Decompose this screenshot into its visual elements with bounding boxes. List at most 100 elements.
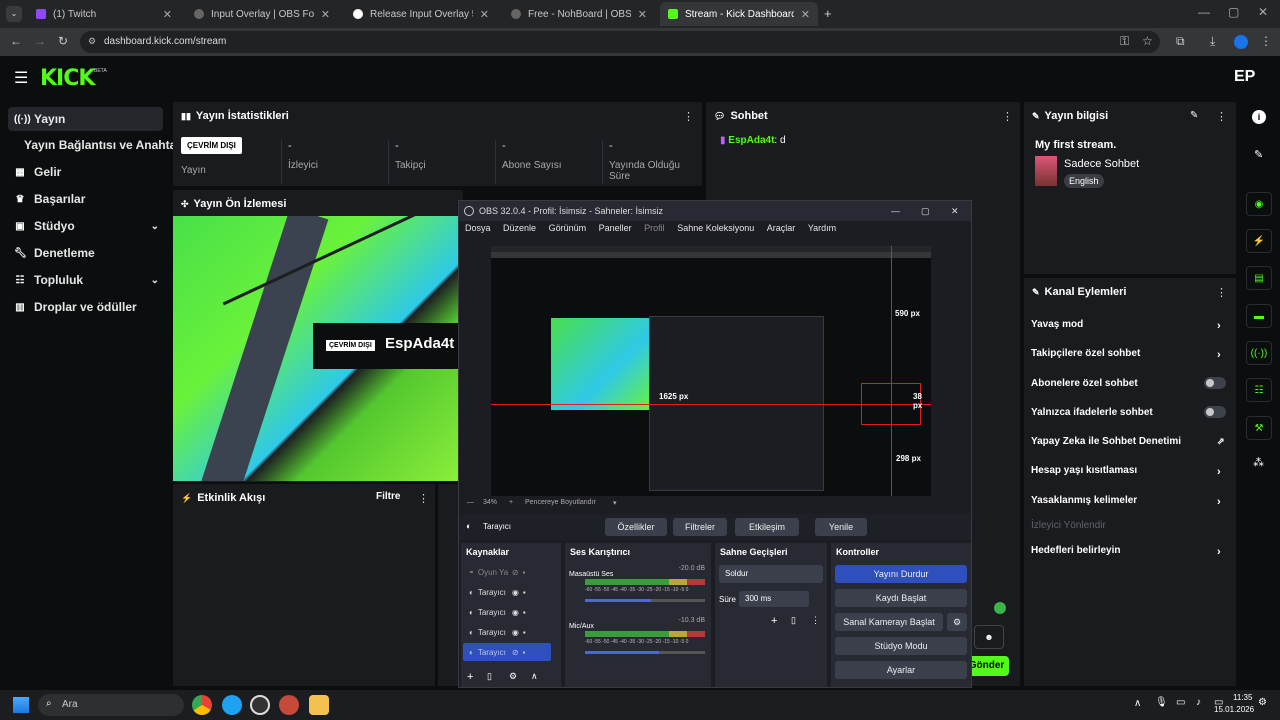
duration-field[interactable]: 300 ms [739,591,809,607]
tab-github-release[interactable]: Release Input Overlay 5.0.6 · uni✕ [345,2,497,26]
category-name[interactable]: Sadece Sohbet [1064,158,1139,170]
broadcast-icon[interactable]: ((·)) [1246,341,1272,365]
taskbar-search[interactable]: ⌕ Ara [38,694,184,716]
start-virtual-camera-button[interactable]: Sanal Kamerayı Başlat [835,613,943,631]
chrome-icon[interactable] [192,695,212,715]
source-item[interactable]: ◓Oyun Yakalama⊘▪ [463,563,551,581]
eye-icon[interactable]: ◉ [512,588,519,597]
subscribers-only-toggle[interactable] [1204,377,1226,389]
action-set-goals[interactable]: Hedefleri belirleyin › [1031,545,1231,561]
move-up-icon[interactable]: ∧ [531,671,538,682]
close-tab-icon[interactable]: ✕ [163,8,172,21]
eye-icon[interactable]: ◉ [512,628,519,637]
microphone-icon[interactable]: 🎙︎ [1155,697,1168,708]
info-icon[interactable]: i [1252,110,1266,124]
hamburger-menu-icon[interactable]: ☰ [14,68,28,88]
menu-help[interactable]: Yardım [808,223,836,233]
properties-button[interactable]: Özellikler [605,518,667,536]
clock-date[interactable]: 15.01.2026 [1214,705,1254,714]
menu-profile[interactable]: Profil [644,223,665,233]
url-field[interactable]: dashboard.kick.com/stream [80,31,1160,53]
eye-hidden-icon[interactable]: ⊘ [512,648,519,657]
action-account-age[interactable]: Hesap yaşı kısıtlaması › [1031,465,1231,481]
chrome-alt-icon[interactable] [222,695,242,715]
download-icon[interactable]: ⤓ [1210,34,1215,49]
menu-tools[interactable]: Araçlar [767,223,796,233]
close-tab-icon[interactable]: ✕ [480,8,489,21]
sidebar-item-droplar[interactable]: ▥ Droplar ve ödüller [8,295,163,319]
action-slow-mode[interactable]: Yavaş mod › [1031,319,1231,335]
obs-preview-canvas[interactable]: 590 px 1625 px 38 px 298 px [491,246,931,496]
menu-docks[interactable]: Paneller [599,223,632,233]
obs-taskbar-icon[interactable] [250,695,270,715]
apps-icon[interactable]: ⁂ [1253,456,1264,469]
minimize-icon[interactable]: — [1198,5,1210,19]
emote-icon[interactable] [994,602,1006,614]
kick-logo[interactable]: KICK [40,66,95,91]
users-icon[interactable]: ☷ [1246,378,1272,402]
clock-time[interactable]: 11:35 [1233,693,1252,702]
add-transition-icon[interactable]: + [771,615,777,627]
new-tab-icon[interactable]: + [824,6,832,21]
menu-edit[interactable]: Düzenle [503,223,536,233]
bolt-icon[interactable]: ⚡ [1246,229,1272,253]
network-icon[interactable]: ▭ [1176,697,1185,708]
filters-button[interactable]: Filtreler [673,518,727,536]
close-window-icon[interactable]: ✕ [1258,5,1268,19]
chevron-down-icon[interactable]: ▾ [613,499,617,507]
sidebar-item-topluluk[interactable]: ☷ Topluluk ⌄ [8,268,163,292]
interact-button[interactable]: Etkileşim [735,518,799,536]
language-tag[interactable]: English [1064,174,1104,188]
close-tab-icon[interactable]: ✕ [638,8,647,21]
volume-icon[interactable]: ♪ [1196,697,1201,708]
extensions-icon[interactable]: ⧉ [1176,34,1185,49]
menu-file[interactable]: Dosya [465,223,491,233]
sidebar-item-denetleme[interactable]: 🔧︎ Denetleme [8,241,163,265]
site-info-icon[interactable]: ⚙ [88,36,96,47]
back-icon[interactable]: ← [10,34,22,48]
edit-icon[interactable]: ✎ [1190,110,1198,121]
chat-menu-icon[interactable]: ⋮ [1002,110,1013,123]
user-avatar[interactable]: EP [1234,68,1255,86]
add-source-icon[interactable]: + [467,671,473,683]
zoom-in-icon[interactable]: + [509,499,513,506]
close-icon[interactable]: ✕ [951,201,959,221]
studio-mode-button[interactable]: Stüdyo Modu [835,637,967,655]
menu-view[interactable]: Görünüm [549,223,587,233]
lock-icon[interactable]: ▪ [523,568,526,577]
source-item[interactable]: ◐ Tarayıcı ◉ ▪ [463,603,551,621]
stats-menu-icon[interactable]: ⋮ [683,110,694,123]
bookmark-star-icon[interactable]: ☆ [1142,34,1153,48]
action-ai-moderation[interactable]: Yapay Zeka ile Sohbet Denetimi ⇗ [1031,436,1231,452]
sidebar-item-studyo[interactable]: ▣ Stüdyo ⌄ [8,214,163,238]
filter-button[interactable]: Filtre [376,491,400,502]
fit-to-window[interactable]: Pencereye Boyutlandır [525,499,596,506]
key-icon[interactable]: ⚿ [1120,34,1129,49]
profile-avatar[interactable] [1234,35,1248,49]
eye-icon[interactable]: ◉ [512,608,519,617]
chat-username[interactable]: EspAda4t [728,135,774,146]
chat-bubble-icon[interactable]: ▬ [1246,304,1272,328]
tab-nohboard[interactable]: Free - NohBoard | OBS Forums✕ [503,2,655,26]
transition-select[interactable]: Soldur [719,565,823,583]
transition-menu-icon[interactable]: ⋮ [811,615,820,626]
maximize-icon[interactable]: ▢ [921,201,930,221]
sidebar-item-stream-key[interactable]: Yayın Bağlantısı ve Anahtarı [18,133,184,157]
lock-icon[interactable]: ▪ [523,648,526,657]
tab-input-overlay[interactable]: Input Overlay | OBS Forums✕ [186,2,338,26]
camera-icon[interactable]: ◉ [1246,192,1272,216]
tab-kick-dashboard[interactable]: Stream - Kick Dashboard ✕ [660,2,818,26]
info-menu-icon[interactable]: ⋮ [1216,110,1227,123]
lock-icon[interactable]: ▪ [523,628,526,637]
close-tab-icon[interactable]: ✕ [321,8,330,21]
sidebar-item-basarilar[interactable]: ♛ Başarılar [8,187,163,211]
settings-button[interactable]: Ayarlar [835,661,967,679]
restore-icon[interactable]: ▢ [1228,5,1239,19]
menu-scene-collection[interactable]: Sahne Koleksiyonu [677,223,754,233]
clipboard-icon[interactable]: ▤ [1246,266,1272,290]
volume-slider[interactable] [585,599,705,602]
forward-icon[interactable]: → [34,34,46,48]
minimize-icon[interactable]: — [891,201,900,221]
selection-box[interactable] [861,383,921,425]
reload-icon[interactable]: ↻ [58,34,68,48]
